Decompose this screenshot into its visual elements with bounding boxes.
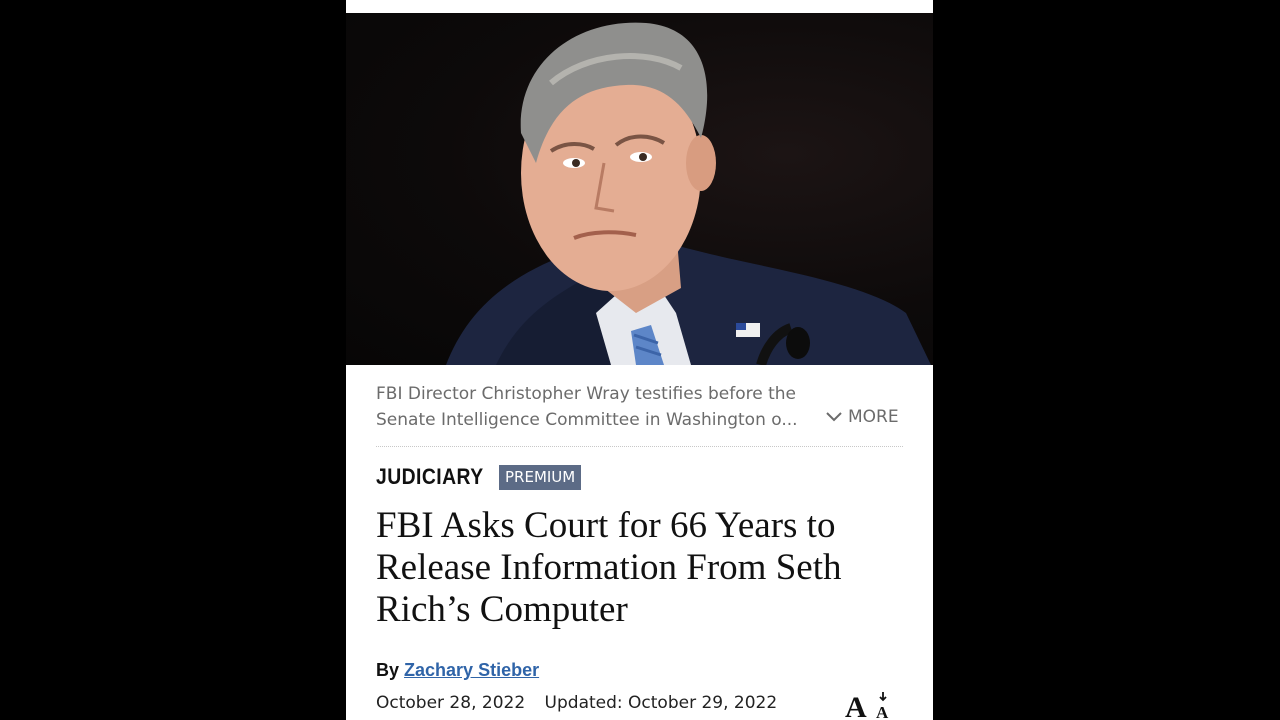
section-label[interactable]: JUDICIARY (376, 464, 484, 490)
article-headline: FBI Asks Court for 66 Years to Release I… (376, 505, 842, 630)
caption-line-1: FBI Director Christopher Wray testifies … (376, 384, 796, 404)
caption-more-button[interactable]: MORE (826, 407, 899, 427)
author-link[interactable]: Zachary Stieber (404, 660, 539, 680)
text-size-button[interactable]: A A (843, 690, 895, 720)
article-panel: FBI Director Christopher Wray testifies … (346, 0, 933, 720)
svg-text:A: A (845, 691, 867, 720)
premium-badge: PREMIUM (499, 465, 582, 490)
updated-date: Updated: October 29, 2022 (544, 693, 778, 713)
published-date: October 28, 2022 (376, 693, 526, 713)
caption-line-2: Senate Intelligence Committee in Washing… (376, 410, 798, 430)
svg-text:A: A (876, 703, 889, 720)
more-label: MORE (848, 407, 899, 427)
article-dates: October 28, 2022 Updated: October 29, 20… (376, 693, 777, 713)
divider (376, 446, 903, 447)
byline-prefix: By (376, 660, 400, 680)
chevron-down-icon (826, 412, 842, 422)
byline: By Zachary Stieber (376, 660, 539, 681)
text-size-icon: A A (845, 691, 889, 720)
article-photo (346, 13, 933, 365)
photo-caption: FBI Director Christopher Wray testifies … (376, 381, 816, 433)
